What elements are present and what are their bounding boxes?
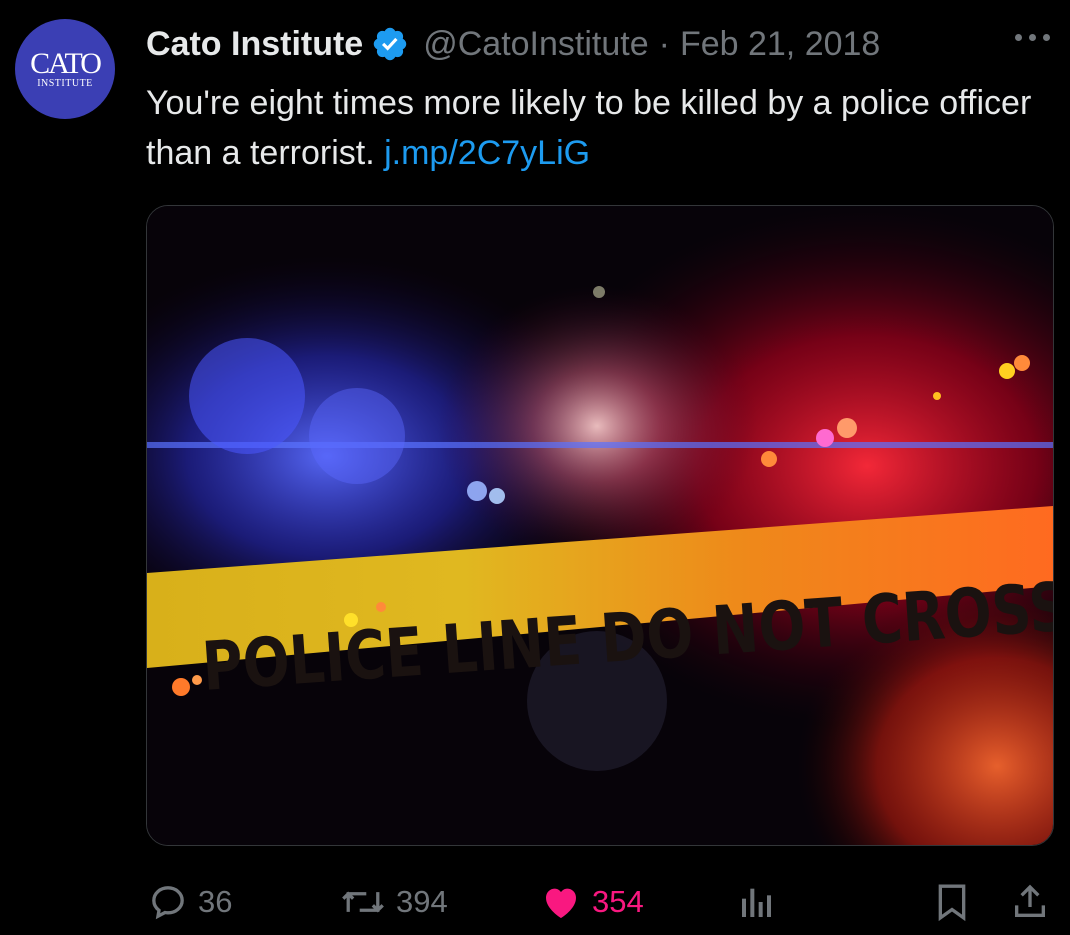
reply-button[interactable]: 36 xyxy=(148,870,232,934)
share-icon xyxy=(1015,884,1045,917)
avatar-logo-sub: INSTITUTE xyxy=(37,77,93,89)
like-count: 354 xyxy=(592,884,644,919)
bookmark-icon xyxy=(938,884,966,922)
avatar[interactable]: CATO INSTITUTE xyxy=(15,19,115,119)
like-button[interactable]: 354 xyxy=(540,870,644,934)
tweet-text: You're eight times more likely to be kil… xyxy=(146,78,1056,178)
reply-count: 36 xyxy=(198,884,233,919)
tweet-date[interactable]: Feb 21, 2018 xyxy=(680,25,880,64)
share-button[interactable] xyxy=(1010,870,1050,934)
repost-icon xyxy=(342,891,384,913)
tweet-header: Cato Institute @CatoInstitute · Feb 21, … xyxy=(146,22,880,66)
views-button[interactable] xyxy=(737,870,777,934)
bookmark-button[interactable] xyxy=(932,870,972,934)
separator: · xyxy=(658,24,670,63)
repost-button[interactable]: 394 xyxy=(340,870,448,934)
verified-badge-icon[interactable] xyxy=(371,25,409,63)
more-icon[interactable] xyxy=(1015,34,1050,41)
action-bar: 36 394 354 xyxy=(0,870,1070,934)
views-icon xyxy=(742,888,771,917)
author-handle[interactable]: @CatoInstitute xyxy=(423,25,648,64)
avatar-logo-main: CATO xyxy=(30,46,102,80)
police-line-image: POLICE LINE DO NOT CROSS xyxy=(147,206,1053,845)
tweet-media[interactable]: POLICE LINE DO NOT CROSS xyxy=(146,205,1054,846)
reply-icon xyxy=(152,886,184,920)
like-icon xyxy=(546,888,576,918)
tweet-link[interactable]: j.mp/2C7yLiG xyxy=(384,134,590,172)
repost-count: 394 xyxy=(396,884,448,919)
author-name[interactable]: Cato Institute xyxy=(146,25,363,64)
